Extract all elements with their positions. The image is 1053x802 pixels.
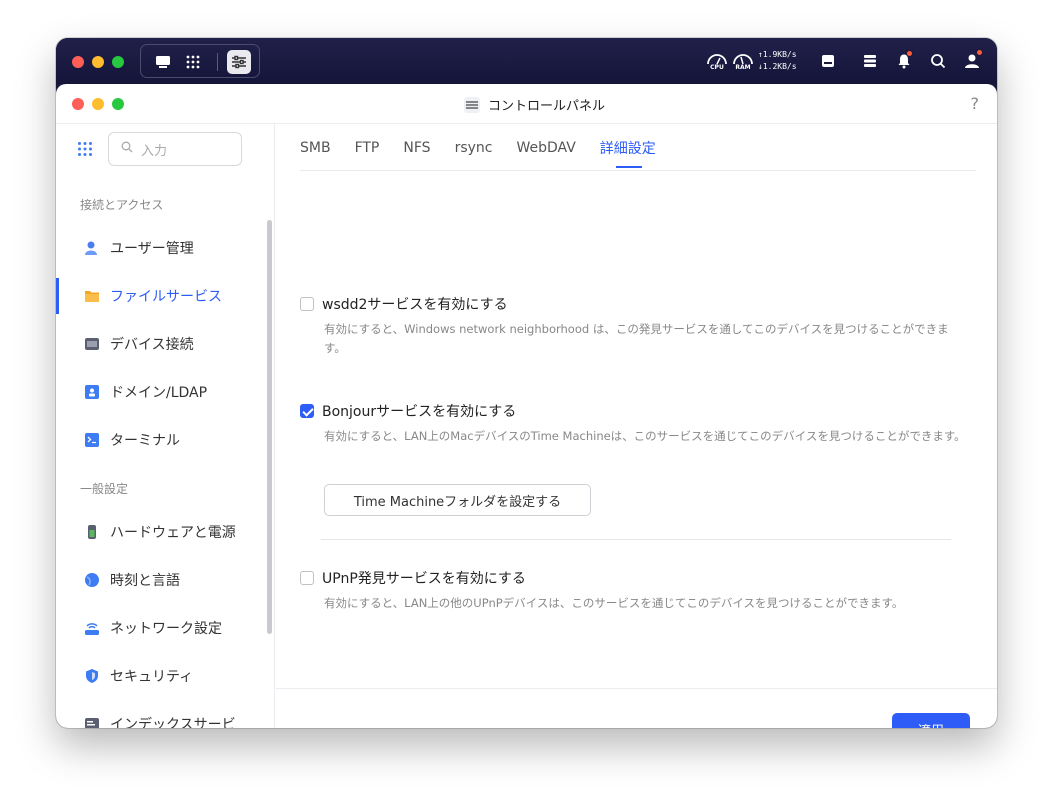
upnp-checkbox[interactable] <box>300 571 314 585</box>
apps-menu-icon[interactable] <box>76 140 94 158</box>
device-icon <box>85 338 99 350</box>
bonjour-checkbox[interactable] <box>300 404 314 418</box>
cpu-meter-icon[interactable]: CPU <box>706 50 730 74</box>
desktop-icon[interactable] <box>153 52 173 72</box>
control-panel-icon <box>464 96 480 113</box>
upnp-description: 有効にすると、LAN上の他のUPnPデバイスは、このサービスを通じてこのデバイス… <box>324 596 904 610</box>
help-icon[interactable]: ? <box>971 94 980 113</box>
sidebar-item-users[interactable]: ユーザー管理 <box>56 228 271 268</box>
footer-divider <box>276 688 997 689</box>
folder-icon <box>85 291 99 302</box>
window-close-button[interactable] <box>72 98 84 110</box>
search-field-icon <box>121 141 133 157</box>
terminal-icon <box>85 433 99 447</box>
globe-icon <box>85 573 99 587</box>
window-minimize-button[interactable] <box>92 98 104 110</box>
download-speed: 1.2KB/s <box>762 62 797 71</box>
sidebar-item-label: 時刻と言語 <box>110 573 180 589</box>
sidebar-item-label: ネットワーク設定 <box>110 621 222 637</box>
window-title: コントロールパネル <box>488 99 606 114</box>
sidebar-item-time-language[interactable]: 時刻と言語 <box>56 560 271 600</box>
main-content: SMB FTP NFS rsync WebDAV 詳細設定 wsdd2サービスを… <box>276 124 997 728</box>
bonjour-description: 有効にすると、LAN上のMacデバイスのTime Machineは、このサービス… <box>324 429 966 443</box>
section-title-general: 一般設定 <box>80 482 129 496</box>
window-title-group: コントロールパネル <box>464 95 605 114</box>
control-panel-app-icon[interactable] <box>227 50 251 74</box>
sidebar-item-label: セキュリティ <box>110 669 194 685</box>
network-icon <box>85 623 99 635</box>
tab-smb[interactable]: SMB <box>300 124 331 171</box>
tab-rsync[interactable]: rsync <box>455 124 493 171</box>
sidebar-item-hardware-power[interactable]: ハードウェアと電源 <box>56 512 271 552</box>
close-button[interactable] <box>72 56 84 68</box>
bonjour-label[interactable]: Bonjourサービスを有効にする <box>322 401 516 421</box>
user-account-icon[interactable] <box>962 49 983 71</box>
storage-icon[interactable] <box>818 51 838 71</box>
hardware-icon <box>88 525 96 539</box>
notification-badge <box>906 50 913 57</box>
network-speed: ↑1.9KB/s ↓1.2KB/s <box>758 49 797 73</box>
sidebar-item-security[interactable]: セキュリティ <box>56 656 271 696</box>
sidebar: 入力 接続とアクセス ユーザー管理 ファイルサービス デバイス接続 ドメイン/L… <box>56 124 275 728</box>
wsdd2-label[interactable]: wsdd2サービスを有効にする <box>322 294 508 314</box>
sidebar-item-domain-ldap[interactable]: ドメイン/LDAP <box>56 372 271 412</box>
wsdd2-checkbox[interactable] <box>300 297 314 311</box>
app-switcher <box>140 44 260 78</box>
search-placeholder: 入力 <box>141 143 168 159</box>
tab-advanced[interactable]: 詳細設定 <box>600 124 656 171</box>
notification-bell-icon[interactable] <box>894 50 914 71</box>
shield-icon <box>86 669 98 683</box>
search-input[interactable]: 入力 <box>108 132 242 166</box>
zoom-button[interactable] <box>112 56 124 68</box>
index-icon <box>85 718 99 728</box>
sidebar-item-file-services[interactable]: ファイルサービス <box>56 276 271 316</box>
section-divider <box>321 539 951 540</box>
window-titlebar: コントロールパネル ? <box>56 84 997 124</box>
time-machine-folder-button[interactable]: Time Machineフォルダを設定する <box>324 484 591 516</box>
sidebar-item-label: ターミナル <box>110 433 180 449</box>
top-bar: CPU RAM ↑1.9KB/s ↓1.2KB/s <box>56 38 997 84</box>
tab-webdav[interactable]: WebDAV <box>516 124 575 171</box>
cpu-label: CPU <box>710 64 724 71</box>
window-zoom-button[interactable] <box>112 98 124 110</box>
ram-meter-icon[interactable]: RAM <box>732 50 756 74</box>
outer-window: CPU RAM ↑1.9KB/s ↓1.2KB/s コントロールパネル ? 入力… <box>56 38 997 728</box>
apps-grid-icon[interactable] <box>183 52 203 72</box>
user-icon <box>85 241 97 255</box>
upnp-label[interactable]: UPnP発見サービスを有効にする <box>322 568 526 588</box>
toolbar-divider <box>217 53 218 71</box>
tab-bar: SMB FTP NFS rsync WebDAV 詳細設定 <box>300 124 976 171</box>
wsdd2-description: 有効にすると、Windows network neighborhood は、この… <box>324 322 949 355</box>
tab-ftp[interactable]: FTP <box>355 124 380 171</box>
sidebar-item-label: ドメイン/LDAP <box>110 385 208 401</box>
tasks-icon[interactable] <box>860 51 880 71</box>
outer-window-controls <box>72 56 124 68</box>
apply-button[interactable]: 適用 <box>892 713 970 728</box>
sidebar-item-label: インデックスサービ <box>110 717 236 728</box>
sidebar-item-device-connection[interactable]: デバイス接続 <box>56 324 271 364</box>
sidebar-item-terminal[interactable]: ターミナル <box>56 420 271 460</box>
sidebar-scrollbar[interactable] <box>267 220 272 634</box>
sidebar-item-label: ファイルサービス <box>110 289 222 305</box>
sidebar-item-network[interactable]: ネットワーク設定 <box>56 608 271 648</box>
sidebar-item-label: ハードウェアと電源 <box>110 525 236 541</box>
section-title-connection: 接続とアクセス <box>80 198 164 212</box>
control-panel-window: コントロールパネル ? 入力 接続とアクセス ユーザー管理 ファイルサービス デ… <box>56 84 997 728</box>
sidebar-item-label: ユーザー管理 <box>110 241 194 257</box>
minimize-button[interactable] <box>92 56 104 68</box>
search-icon[interactable] <box>928 51 948 71</box>
upload-speed: 1.9KB/s <box>762 50 797 59</box>
window-controls <box>72 98 124 110</box>
sidebar-item-label: デバイス接続 <box>110 337 194 353</box>
user-badge <box>976 49 983 56</box>
domain-icon <box>85 385 99 399</box>
sidebar-item-index-service[interactable]: インデックスサービ <box>56 704 271 728</box>
tab-nfs[interactable]: NFS <box>403 124 430 171</box>
ram-label: RAM <box>735 64 751 71</box>
